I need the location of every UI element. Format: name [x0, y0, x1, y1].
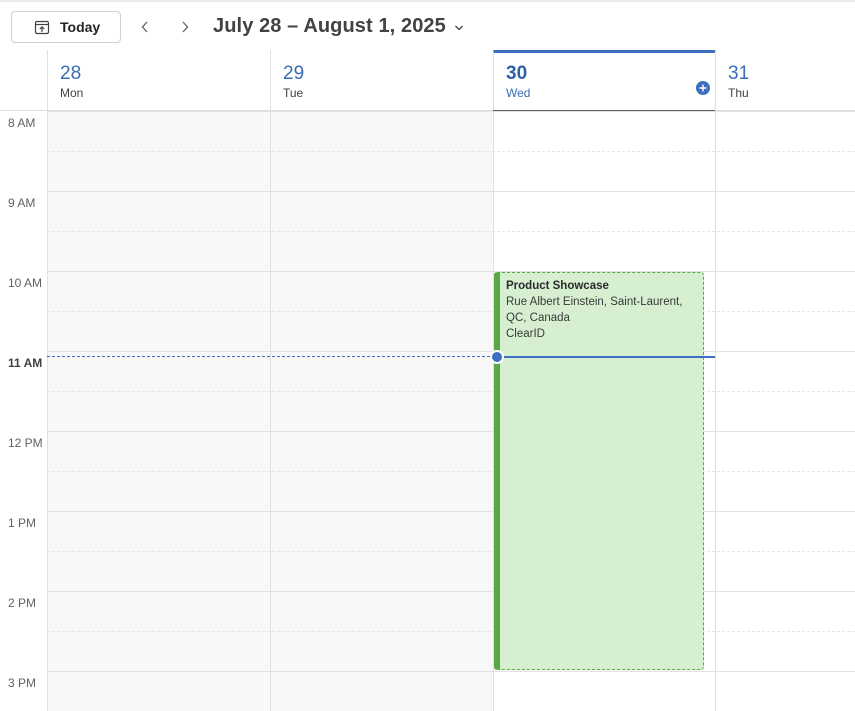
previous-week-button[interactable]: [135, 16, 155, 38]
today-button[interactable]: Today: [11, 11, 121, 43]
calendar-app: Today July 28 – August 1, 2025 28 Mon 29: [0, 0, 855, 711]
time-label: 9 AM: [8, 196, 36, 210]
day-column-tue[interactable]: [270, 111, 493, 711]
event-title: Product Showcase: [506, 280, 609, 292]
day-number: 30: [506, 63, 528, 84]
hour-line: [47, 351, 855, 352]
hour-line: [47, 591, 855, 592]
half-hour-line: [47, 471, 855, 472]
time-label: 10 AM: [8, 276, 43, 290]
day-header-tue[interactable]: 29 Tue: [270, 50, 493, 111]
plus-icon: [699, 84, 707, 92]
day-name: Wed: [506, 86, 531, 100]
half-hour-line: [47, 151, 855, 152]
hour-line: [47, 111, 855, 112]
day-header-wed[interactable]: 30 Wed: [493, 50, 715, 111]
day-header-mon[interactable]: 28 Mon: [47, 50, 270, 111]
day-name: Tue: [283, 86, 304, 100]
date-range-title: July 28 – August 1, 2025: [213, 15, 446, 37]
day-header-thu[interactable]: 31 Thu: [715, 50, 855, 111]
date-range-picker[interactable]: July 28 – August 1, 2025: [213, 15, 464, 38]
next-week-button[interactable]: [175, 16, 195, 38]
current-time-indicator-line: [47, 356, 495, 357]
day-name: Mon: [60, 86, 84, 100]
half-hour-line: [47, 631, 855, 632]
time-label-current: 11 AM: [8, 356, 43, 370]
chevron-left-icon: [141, 21, 148, 33]
time-label: 8 AM: [8, 116, 36, 130]
current-time-dot: [490, 350, 504, 364]
chevron-right-icon: [182, 21, 189, 33]
event-location-line2: QC, Canada: [506, 312, 570, 324]
chevron-down-icon: [454, 25, 463, 31]
event-location-line1: Rue Albert Einstein, Saint-Laurent,: [506, 296, 683, 308]
add-event-button[interactable]: [696, 81, 710, 95]
time-label: 1 PM: [8, 516, 37, 530]
day-name: Thu: [728, 86, 749, 100]
day-column-thu[interactable]: [715, 111, 855, 711]
time-grid: 8 AM 9 AM 10 AM 11 AM 12 PM 1 PM 2 PM 3 …: [0, 111, 855, 711]
half-hour-line: [47, 551, 855, 552]
time-label: 12 PM: [8, 436, 43, 450]
today-button-label: Today: [60, 19, 101, 35]
hour-line: [47, 431, 855, 432]
calendar-today-icon: [34, 20, 50, 35]
event-product-showcase[interactable]: Product Showcase Rue Albert Einstein, Sa…: [494, 272, 704, 670]
calendar-toolbar: Today July 28 – August 1, 2025: [0, 0, 855, 50]
day-number: 29: [283, 63, 305, 84]
half-hour-line: [47, 391, 855, 392]
half-hour-line: [47, 231, 855, 232]
time-label: 2 PM: [8, 596, 37, 610]
hour-line: [47, 511, 855, 512]
hour-line: [47, 191, 855, 192]
time-label: 3 PM: [8, 676, 37, 690]
hour-line: [47, 671, 855, 672]
event-organizer: ClearID: [506, 328, 545, 340]
day-header-row: 28 Mon 29 Tue 30 Wed 31 Thu: [0, 50, 855, 111]
hour-line: [47, 271, 855, 272]
day-number: 28: [60, 63, 82, 84]
current-time-indicator-today: [497, 356, 715, 358]
day-number: 31: [728, 63, 750, 84]
day-column-mon[interactable]: [47, 111, 270, 711]
half-hour-line: [47, 311, 855, 312]
